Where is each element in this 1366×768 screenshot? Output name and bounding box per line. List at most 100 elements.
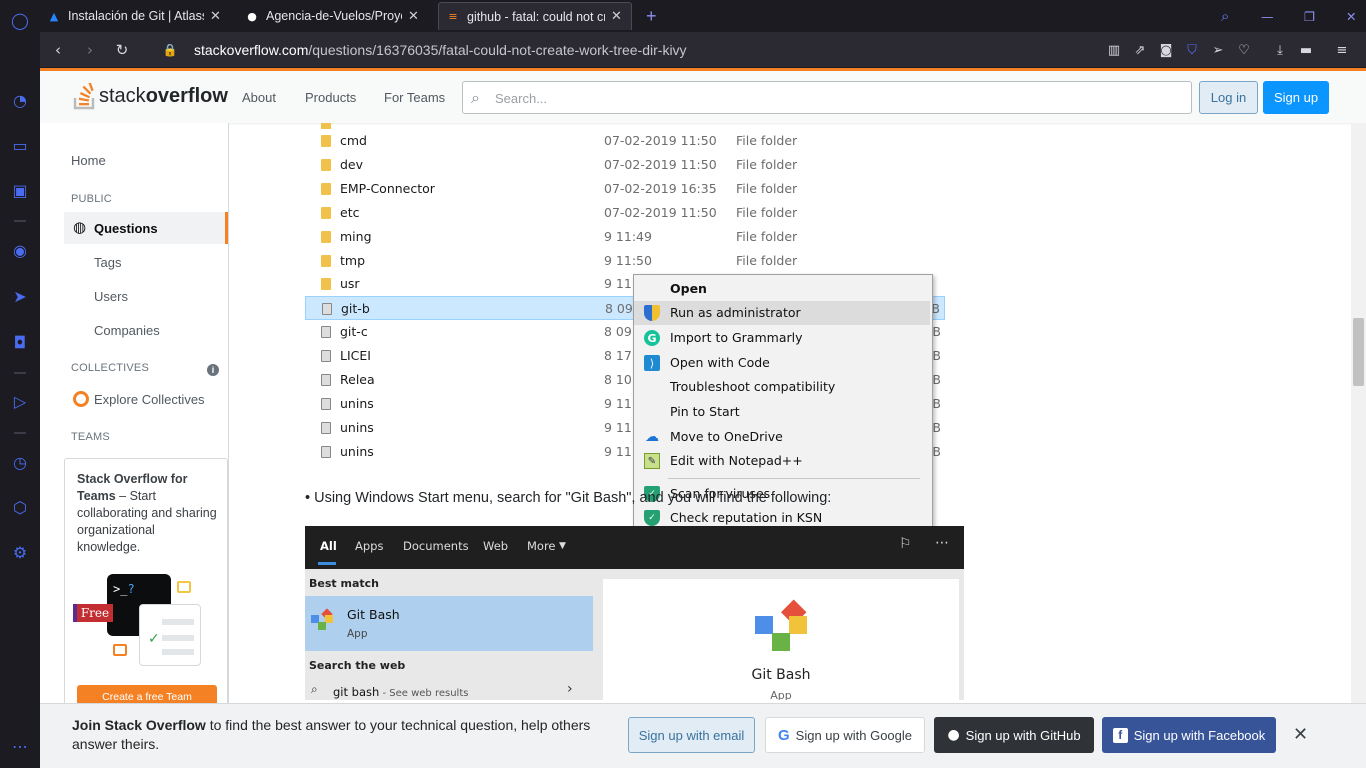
sidebar-item-tags[interactable]: Tags	[94, 255, 121, 270]
send-icon[interactable]: ➢	[1208, 40, 1228, 60]
chat-bubble-icon	[177, 581, 191, 593]
tab-github[interactable]: ● Agencia-de-Vuelos/Proyecto ✕	[238, 2, 428, 30]
file-date: 07-02-2019 11:50	[604, 156, 717, 172]
menu-icon[interactable]: ≡	[1332, 40, 1352, 60]
preview-subtitle: App	[770, 689, 792, 700]
close-icon[interactable]: ✕	[408, 9, 422, 24]
ctx-troubleshoot[interactable]: Troubleshoot compatibility	[634, 375, 930, 399]
heart-icon[interactable]: ♡	[1234, 40, 1254, 60]
ctx-open[interactable]: Open	[634, 277, 930, 301]
reader-icon[interactable]: ▥	[1104, 40, 1124, 60]
download-icon[interactable]: ⤓	[1270, 40, 1290, 60]
so-topbar: stackoverflow About Products For Teams ⌕…	[40, 68, 1366, 123]
tab-atlassian[interactable]: ▲ Instalación de Git | Atlassian ✕	[40, 2, 230, 30]
search-input[interactable]: ⌕ Search...	[462, 81, 1192, 114]
login-button[interactable]: Log in	[1199, 81, 1258, 114]
lock-icon[interactable]: 🔒	[160, 40, 180, 60]
telegram-icon[interactable]: ➤	[10, 286, 30, 306]
start-menu-image: All Apps Documents Web More ▼ ⚐ ⋯ Best m…	[305, 526, 964, 700]
ctx-label: Edit with Notepad++	[670, 453, 803, 468]
preview-card: Git Bash App	[603, 579, 959, 700]
search-tabs-icon[interactable]: ⌕	[1215, 2, 1235, 30]
file-icon	[321, 397, 331, 410]
file-type: File folder	[736, 133, 798, 148]
file-icon	[321, 326, 331, 339]
git-bash-large-icon	[753, 597, 809, 653]
file-name: tmp	[340, 252, 366, 268]
tab-underline	[318, 562, 336, 565]
share-icon[interactable]: ⇗	[1130, 40, 1150, 60]
reload-icon[interactable]: ↻	[112, 40, 132, 60]
speed-dial-icon[interactable]: ◔	[10, 90, 30, 110]
ctx-check-ksn[interactable]: ✓ Check reputation in KSN	[634, 506, 930, 526]
url-path: /questions/16376035/fatal-could-not-crea…	[308, 42, 687, 58]
file-row: EMP-Connector 07-02-2019 16:35 File folder	[305, 177, 945, 201]
sidebar-divider	[14, 220, 26, 222]
ctx-notepadpp[interactable]: ✎ Edit with Notepad++	[634, 449, 930, 473]
vpn-shield-icon[interactable]: ⛉	[1182, 40, 1202, 60]
extensions-cube-icon[interactable]: ⬡	[10, 497, 30, 517]
battery-icon[interactable]: ▬	[1296, 40, 1316, 60]
folder-icon	[321, 182, 331, 195]
signup-email-button[interactable]: Sign up with email	[628, 717, 755, 753]
sidebar-item-home[interactable]: Home	[71, 153, 106, 168]
best-match-heading: Best match	[309, 577, 379, 590]
folder-icon	[321, 278, 331, 291]
back-icon[interactable]: ‹	[48, 40, 68, 60]
feedback-icon: ⚐	[899, 536, 912, 552]
tab-stackoverflow[interactable]: ≡ github - fatal: could not create ✕	[438, 2, 632, 30]
signup-google-button[interactable]: G Sign up with Google	[765, 717, 925, 753]
web-query-text: git bash	[333, 685, 380, 699]
forward-icon[interactable]: ›	[80, 40, 100, 60]
signup-button[interactable]: Sign up	[1263, 81, 1329, 114]
bag-icon[interactable]: ▭	[10, 135, 30, 155]
stackoverflow-logo-icon[interactable]	[72, 80, 98, 111]
file-type: File folder	[736, 204, 798, 220]
file-type: File folder	[736, 156, 798, 172]
nav-products[interactable]: Products	[305, 90, 356, 105]
sidebar-item-companies[interactable]: Companies	[94, 323, 160, 338]
ctx-onedrive[interactable]: ☁ Move to OneDrive	[634, 425, 930, 449]
minimize-icon[interactable]: —	[1255, 2, 1275, 30]
close-window-icon[interactable]: ✕	[1340, 2, 1360, 30]
sidebar-item-users[interactable]: Users	[94, 289, 128, 304]
file-name: unins	[340, 419, 374, 435]
nav-about[interactable]: About	[242, 90, 276, 105]
history-icon[interactable]: ◷	[10, 452, 30, 472]
signup-github-button[interactable]: ● Sign up with GitHub	[934, 717, 1094, 753]
globe-icon: ◍	[73, 218, 87, 236]
close-icon[interactable]: ✕	[210, 9, 224, 24]
git-bash-icon	[311, 608, 333, 630]
startmenu-tab-more: More	[527, 539, 556, 553]
discord-icon[interactable]: ◘	[10, 332, 30, 352]
signup-facebook-button[interactable]: f Sign up with Facebook	[1102, 717, 1276, 753]
startmenu-tab-web: Web	[483, 539, 509, 553]
restore-icon[interactable]: ❐	[1298, 2, 1318, 30]
messenger-icon[interactable]: ◉	[10, 240, 30, 260]
github-label: Sign up with GitHub	[965, 727, 1081, 743]
info-icon[interactable]: i	[207, 364, 219, 376]
player-icon[interactable]: ▷	[10, 391, 30, 411]
notepadpp-icon: ✎	[644, 453, 660, 469]
settings-gear-icon[interactable]: ⚙	[10, 542, 30, 562]
camera-icon[interactable]: ◙	[1156, 40, 1176, 60]
opera-logo-icon[interactable]: ◯	[10, 10, 30, 30]
new-tab-button[interactable]: +	[640, 2, 660, 30]
ctx-run-as-admin[interactable]: Run as administrator	[634, 301, 930, 325]
search-placeholder: Search...	[495, 91, 548, 106]
ctx-pin-to-start[interactable]: Pin to Start	[634, 400, 930, 424]
stackoverflow-wordmark[interactable]: stackoverflow	[99, 85, 228, 108]
more-dots-icon[interactable]: ⋯	[10, 736, 30, 756]
scrollbar-thumb[interactable]	[1353, 318, 1364, 386]
result-title: Git Bash	[347, 607, 400, 622]
page-scrollbar[interactable]	[1351, 123, 1366, 703]
close-banner-icon[interactable]: ✕	[1293, 724, 1308, 745]
ctx-open-with-code[interactable]: ⟩ Open with Code	[634, 351, 930, 375]
address-bar[interactable]: stackoverflow.com/questions/16376035/fat…	[194, 36, 1134, 64]
close-icon[interactable]: ✕	[611, 9, 625, 24]
nav-for-teams[interactable]: For Teams	[384, 90, 445, 105]
twitch-icon[interactable]: ▣	[10, 180, 30, 200]
ctx-grammarly[interactable]: G Import to Grammarly	[634, 326, 930, 350]
sidebar-item-questions[interactable]: ◍ Questions	[64, 212, 228, 244]
sidebar-item-explore-collectives[interactable]: Explore Collectives	[94, 392, 205, 407]
